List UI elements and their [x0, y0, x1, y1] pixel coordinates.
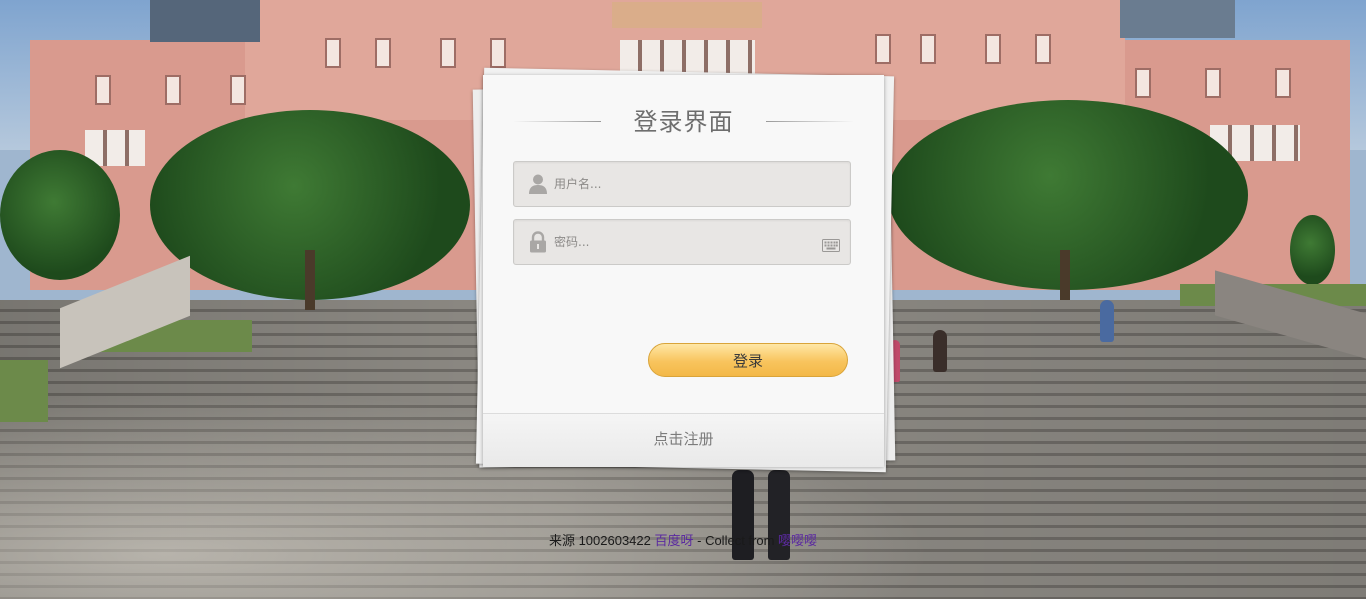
window — [985, 34, 1001, 64]
keyboard-icon[interactable] — [822, 237, 840, 252]
password-field[interactable] — [513, 219, 851, 265]
password-input[interactable] — [554, 220, 814, 264]
login-button[interactable]: 登录 — [648, 343, 848, 377]
shrub-right — [1290, 215, 1335, 285]
username-input[interactable] — [554, 162, 814, 206]
glass-building-left — [150, 0, 260, 42]
tree-far-left — [0, 150, 120, 280]
window — [875, 34, 891, 64]
window — [440, 38, 456, 68]
window — [230, 75, 246, 105]
username-field[interactable] — [513, 161, 851, 207]
window — [325, 38, 341, 68]
window — [1035, 34, 1051, 64]
user-icon — [528, 173, 548, 195]
credit-link-baidu[interactable]: 百度呀 — [655, 533, 694, 548]
window — [920, 34, 936, 64]
title-row: 登录界面 — [513, 105, 854, 139]
building-sign — [612, 2, 762, 28]
credit-middle: - Collect from — [693, 533, 779, 548]
lawn — [0, 360, 48, 422]
window — [1205, 68, 1221, 98]
card-footer: 点击注册 — [483, 413, 884, 467]
credit-prefix: 来源 1002603422 — [548, 533, 651, 548]
tree-trunk — [305, 250, 315, 310]
person — [933, 330, 947, 372]
title-divider-right — [766, 121, 854, 122]
window — [165, 75, 181, 105]
window — [1135, 68, 1151, 98]
window — [375, 38, 391, 68]
credit-link-source[interactable]: 嘤嘤嘤 — [778, 533, 817, 548]
window — [1275, 68, 1291, 98]
credit-line: 来源 1002603422 百度呀 - Collect from 嘤嘤嘤 — [0, 530, 1366, 549]
login-form: 登录界面 用户名... 登录 点击注册 — [483, 75, 884, 467]
page-title: 登录界面 — [633, 108, 734, 136]
glass-building-right — [1120, 0, 1235, 38]
register-link[interactable]: 点击注册 — [483, 428, 884, 449]
window — [490, 38, 506, 68]
person — [1100, 300, 1114, 342]
tree-trunk — [1060, 250, 1070, 300]
lock-icon — [528, 231, 548, 253]
window — [95, 75, 111, 105]
